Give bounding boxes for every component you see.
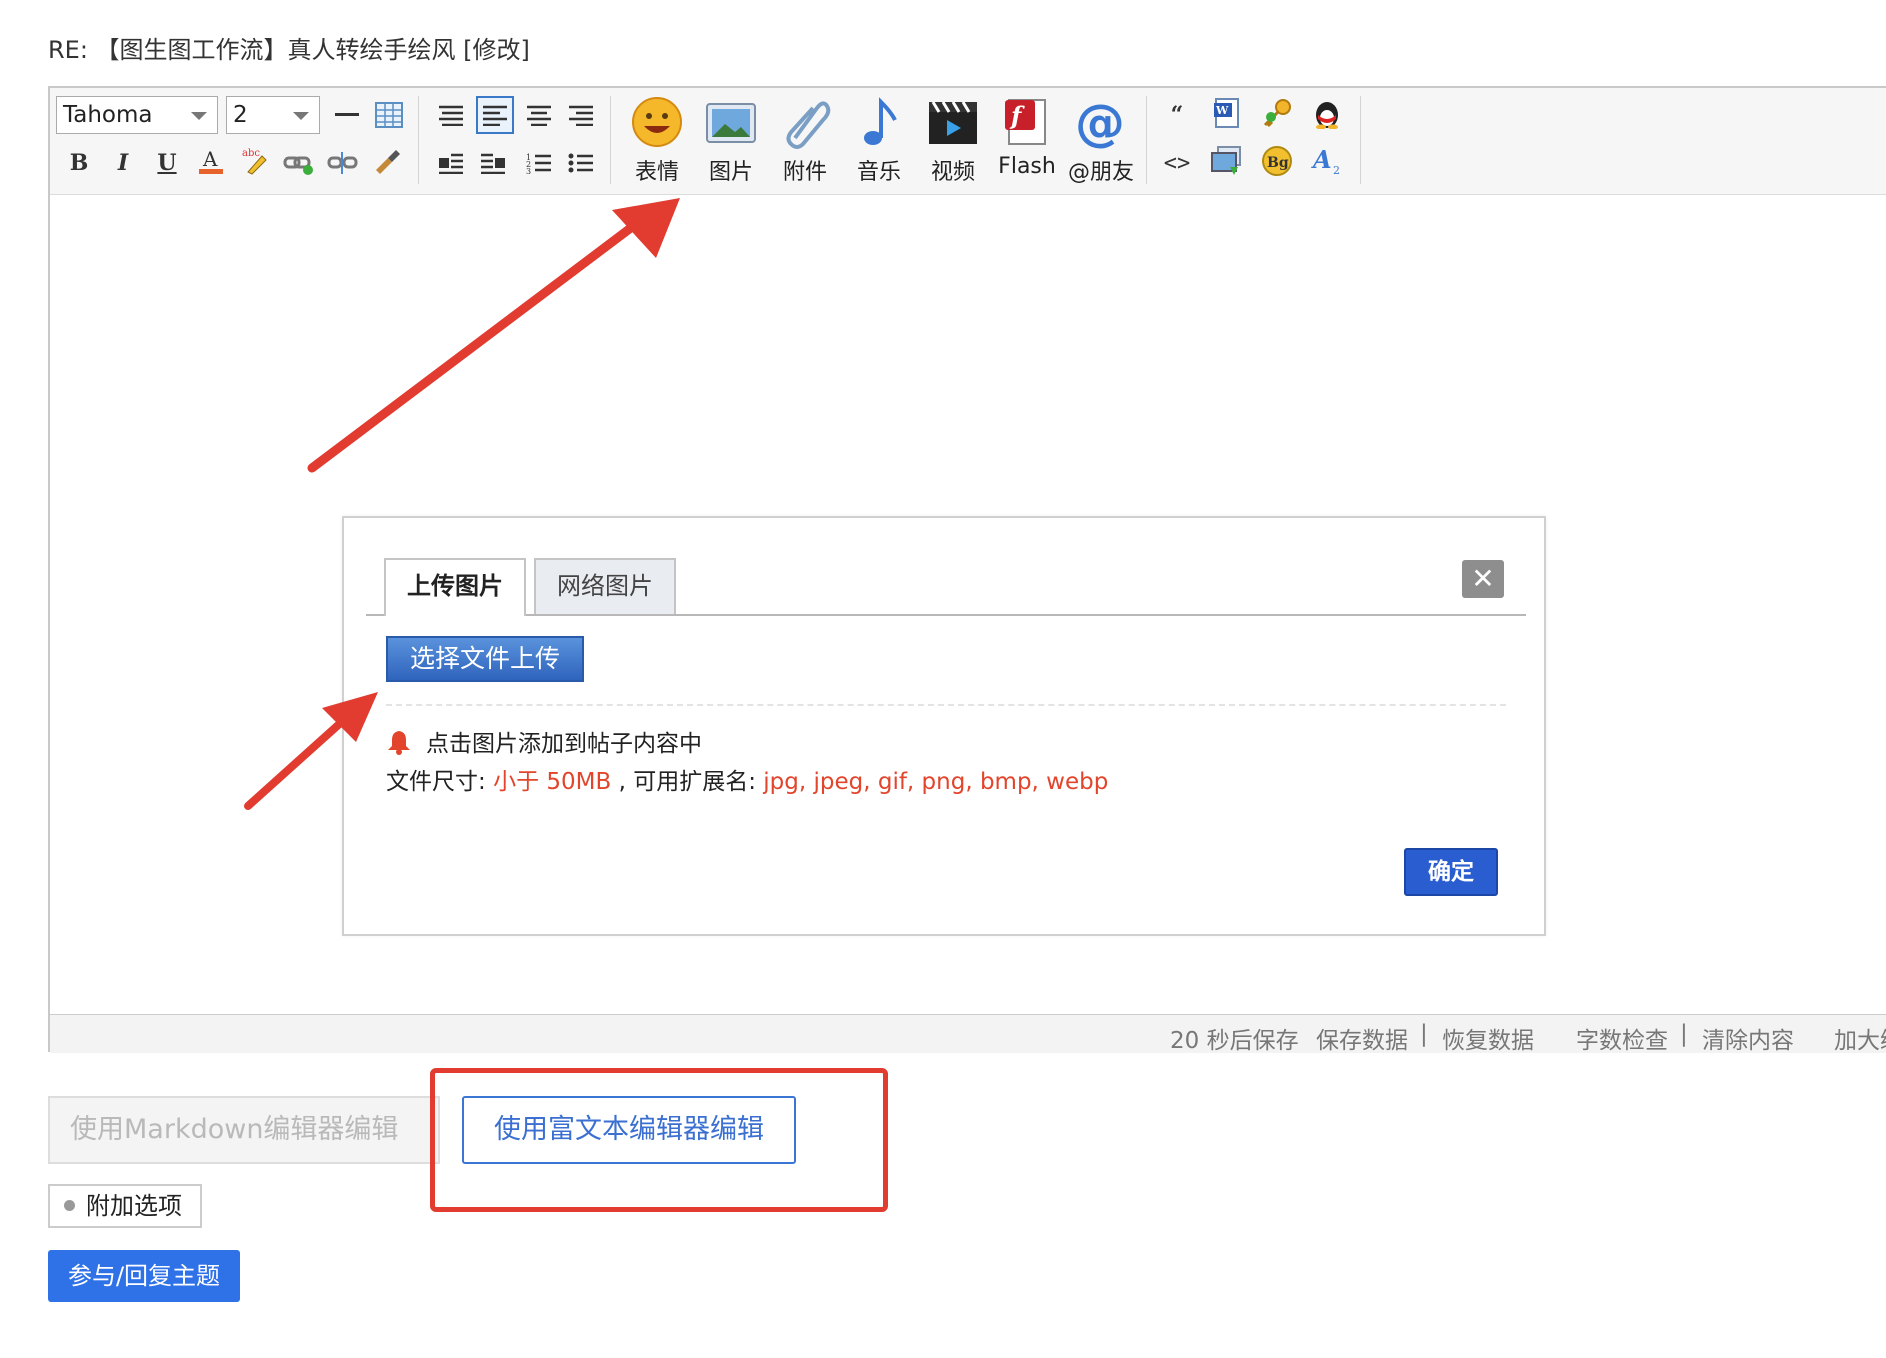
horizontal-rule-icon[interactable]	[330, 98, 364, 132]
subscript-icon[interactable]: A2	[1310, 144, 1344, 178]
font-family-value: Tahoma	[63, 102, 153, 128]
word-count-link[interactable]: 字数检查	[1576, 1021, 1668, 1055]
svg-text:@: @	[1075, 94, 1125, 150]
bold-icon[interactable]: B	[62, 146, 96, 180]
highlight-icon[interactable]: abc	[238, 144, 272, 178]
toolbar-separator	[1146, 96, 1147, 184]
attachment-button[interactable]: 附件	[770, 94, 840, 186]
image-label: 图片	[708, 160, 753, 185]
close-icon: ✕	[1471, 562, 1495, 595]
reply-topic-button[interactable]: 参与/回复主题	[48, 1250, 240, 1302]
upload-tip: 点击图片添加到帖子内容中	[386, 724, 702, 758]
svg-text:Bg: Bg	[1267, 155, 1289, 171]
attachment-label: 附件	[782, 160, 827, 185]
svg-text:A: A	[202, 147, 218, 171]
choose-file-upload-button[interactable]: 选择文件上传	[386, 636, 584, 682]
svg-text:abc: abc	[242, 148, 260, 159]
chevron-down-icon	[191, 112, 207, 120]
flash-button[interactable]: f Flash	[992, 94, 1062, 179]
flash-icon: f	[999, 94, 1055, 150]
editor-statusbar: 20 秒后保存 保存数据 | 恢复数据 字数检查 | 清除内容 加大编	[50, 1014, 1886, 1055]
background-color-icon[interactable]: Bg	[1260, 144, 1294, 178]
toolbar-separator	[1360, 96, 1361, 184]
annotation-highlight-box	[430, 1068, 888, 1212]
bell-icon	[388, 731, 410, 755]
tab-web-image[interactable]: 网络图片	[534, 558, 676, 614]
qq-penguin-icon[interactable]	[1310, 96, 1344, 130]
code-icon[interactable]: <>	[1160, 146, 1194, 180]
post-title: RE: 【图生图工作流】真人转绘手绘风 [修改]	[48, 36, 530, 64]
tab-upload-image[interactable]: 上传图片	[384, 558, 526, 616]
emoji-label: 表情	[634, 160, 679, 185]
extra-options-button[interactable]: 附加选项	[48, 1184, 202, 1228]
allowed-extensions: jpg, jpeg, gif, png, bmp, webp	[763, 769, 1109, 795]
mention-label: @朋友	[1067, 160, 1134, 185]
unlink-icon[interactable]	[326, 146, 360, 180]
clapperboard-icon	[925, 94, 981, 150]
table-icon[interactable]	[372, 98, 406, 132]
image-upload-dialog: 上传图片 网络图片 ✕ 选择文件上传 点击图片添加到帖子内容中 文件尺寸: 小于…	[342, 516, 1546, 936]
ext-label: , 可用扩展名:	[611, 769, 764, 795]
tab-divider	[366, 614, 1526, 616]
markdown-editor-button[interactable]: 使用Markdown编辑器编辑	[48, 1096, 440, 1164]
size-label: 文件尺寸:	[386, 769, 494, 795]
font-size-value: 2	[233, 102, 248, 128]
key-icon[interactable]	[1260, 96, 1294, 130]
insert-gallery-icon[interactable]	[1210, 144, 1244, 178]
at-sign-icon: @	[1073, 94, 1129, 152]
confirm-button[interactable]: 确定	[1404, 848, 1498, 896]
svg-text:2: 2	[1333, 164, 1340, 176]
align-justify-icon[interactable]	[434, 98, 468, 132]
status-separator: |	[1420, 1021, 1428, 1047]
music-label: 音乐	[856, 160, 901, 185]
ordered-list-icon[interactable]: 123	[522, 146, 556, 180]
mention-button[interactable]: @ @朋友	[1066, 94, 1136, 186]
clear-content-link[interactable]: 清除内容	[1702, 1021, 1794, 1055]
autosave-countdown: 20 秒后保存	[1170, 1028, 1299, 1054]
editor-toolbar: Tahoma 2 B I U A abc 1 2 3 表情 图片 附件 音乐 视…	[50, 88, 1886, 195]
extra-options-label: 附加选项	[86, 1192, 182, 1220]
upload-tip-text: 点击图片添加到帖子内容中	[426, 731, 702, 757]
align-right-icon[interactable]	[564, 98, 598, 132]
toolbar-separator	[418, 96, 419, 184]
svg-text:3: 3	[526, 167, 531, 174]
bullet-icon	[64, 1200, 75, 1211]
music-note-icon	[851, 94, 907, 150]
music-button[interactable]: 音乐	[844, 94, 914, 186]
link-icon[interactable]	[282, 146, 316, 180]
image-button[interactable]: 图片	[696, 94, 766, 186]
font-color-icon[interactable]: A	[194, 144, 228, 178]
restore-data-link[interactable]: 恢复数据	[1442, 1021, 1534, 1055]
video-button[interactable]: 视频	[918, 94, 988, 186]
size-limit: 小于 50MB	[493, 769, 612, 795]
emoji-button[interactable]: 表情	[622, 94, 692, 186]
chevron-down-icon	[293, 112, 309, 120]
align-left-icon[interactable]	[476, 96, 514, 134]
dashed-divider	[386, 704, 1506, 706]
video-label: 视频	[930, 160, 975, 185]
status-separator: |	[1680, 1021, 1688, 1047]
italic-icon[interactable]: I	[106, 146, 140, 180]
image-icon	[703, 94, 759, 150]
save-data-link[interactable]: 保存数据	[1316, 1021, 1408, 1055]
float-right-icon[interactable]	[476, 146, 510, 180]
paperclip-icon	[777, 94, 833, 150]
enlarge-editor-link[interactable]: 加大编	[1834, 1021, 1886, 1055]
float-left-icon[interactable]	[434, 146, 468, 180]
align-center-icon[interactable]	[522, 98, 556, 132]
smiley-icon	[629, 94, 685, 150]
upload-limits: 文件尺寸: 小于 50MB , 可用扩展名: jpg, jpeg, gif, p…	[386, 762, 1108, 796]
font-family-select[interactable]: Tahoma	[56, 96, 218, 134]
unordered-list-icon[interactable]	[564, 146, 598, 180]
word-document-icon[interactable]: W	[1210, 96, 1244, 130]
toolbar-separator	[610, 96, 611, 184]
quote-icon[interactable]: “	[1160, 98, 1194, 132]
flash-label: Flash	[998, 154, 1056, 179]
clear-format-icon[interactable]	[370, 144, 404, 178]
font-size-select[interactable]: 2	[226, 96, 320, 134]
underline-icon[interactable]: U	[150, 146, 184, 180]
svg-text:W: W	[1215, 104, 1229, 117]
svg-text:A: A	[1311, 146, 1332, 174]
close-dialog-button[interactable]: ✕	[1462, 560, 1504, 598]
